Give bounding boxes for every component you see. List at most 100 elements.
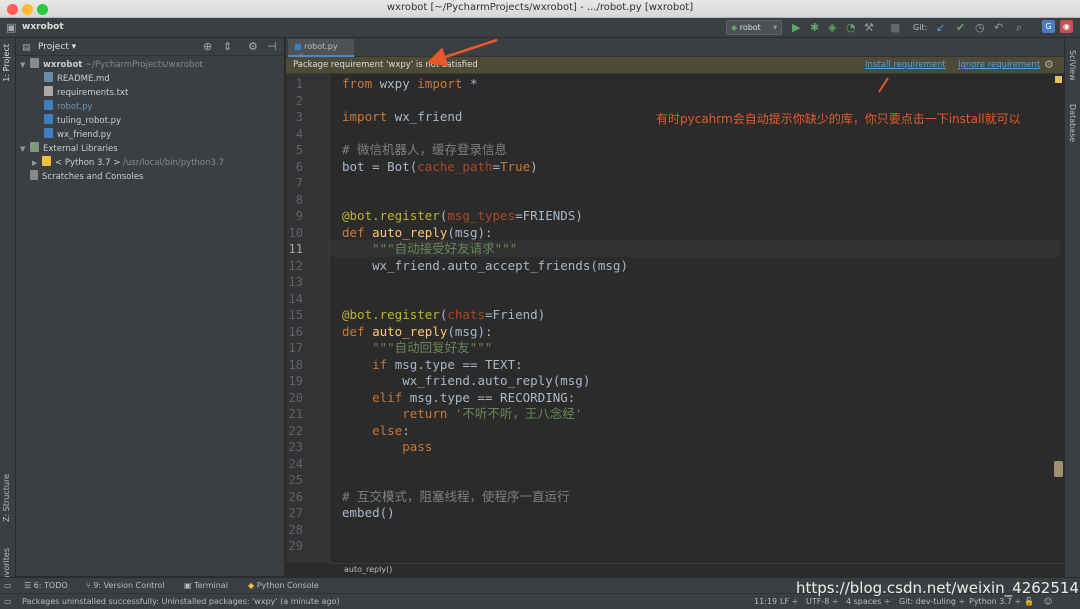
git-branch[interactable]: Git: dev-tuling ÷ — [899, 597, 965, 606]
editor-tab-robot[interactable]: ■ robot.py × — [288, 39, 354, 60]
git-revert-icon[interactable]: ↶ — [994, 21, 1003, 34]
debug-icon[interactable]: ✱ — [810, 21, 819, 34]
scroll-thumb[interactable] — [1054, 461, 1063, 477]
status-icon[interactable]: ▭ — [4, 597, 12, 606]
project-view-select[interactable]: Project ▾ — [38, 42, 76, 52]
tab-database[interactable]: Database — [1068, 104, 1077, 142]
line-separator[interactable]: LF ÷ — [780, 597, 798, 606]
translate-icon[interactable]: G — [1042, 20, 1055, 33]
run-icon[interactable]: ▶ — [792, 21, 800, 34]
code-line: @bot.register(chats=Friend) — [342, 307, 546, 322]
line-number[interactable]: 15 — [289, 307, 303, 324]
tree-item-requirements[interactable]: requirements.txt — [44, 86, 128, 100]
line-number-gutter[interactable]: 1 2 3 4 5 6 7 8 9 10 11 12 13 14 15 16 17 18 19 20 21 22 23 24 2… — [286, 74, 330, 563]
line-number[interactable]: 5 — [296, 142, 303, 159]
project-panel-header: ▤ Project ▾ ⊕ ⇕ ⚙ ⊣ — [16, 38, 284, 56]
line-number[interactable]: 21 — [289, 406, 303, 423]
line-number[interactable]: 9 — [296, 208, 303, 225]
line-number[interactable]: 8 — [296, 192, 303, 209]
git-history-icon[interactable]: ◷ — [975, 21, 985, 34]
warning-stripe-marker[interactable] — [1055, 76, 1062, 83]
indent-setting[interactable]: 4 spaces ÷ — [846, 597, 891, 606]
line-number[interactable]: 17 — [289, 340, 303, 357]
tool-version-control[interactable]: ⑂ 9: Version Control — [86, 581, 165, 590]
markdown-file-icon — [44, 72, 53, 82]
collapse-all-icon[interactable]: ⇕ — [223, 40, 232, 53]
profile-icon[interactable]: ◔ — [846, 21, 856, 34]
tab-structure[interactable]: Z: Structure — [2, 474, 11, 522]
git-commit-icon[interactable]: ✔ — [956, 21, 965, 34]
line-number[interactable]: 22 — [289, 423, 303, 440]
line-number[interactable]: 23 — [289, 439, 303, 456]
line-number[interactable]: 24 — [289, 456, 303, 473]
nav-project-name[interactable]: wxrobot — [22, 22, 64, 32]
line-number[interactable]: 3 — [296, 109, 303, 126]
line-number[interactable]: 28 — [289, 522, 303, 539]
tree-item-scratches[interactable]: Scratches and Consoles — [30, 170, 143, 184]
search-everywhere-icon[interactable]: ⌕ — [1016, 21, 1022, 34]
caret-position[interactable]: 11:19 — [754, 597, 777, 606]
layout-icon[interactable]: ▭ — [4, 581, 12, 590]
hide-panel-icon[interactable]: ⊣ — [267, 40, 277, 53]
banner-message: Package requirement 'wxpy' is not satisf… — [293, 60, 478, 70]
line-number[interactable]: 1 — [296, 76, 303, 93]
tab-sciview[interactable]: SciView — [1068, 50, 1077, 81]
tool-python-console[interactable]: ◆ Python Console — [248, 581, 319, 590]
install-requirement-link[interactable]: Install requirement — [865, 60, 946, 70]
file-name: tuling_robot.py — [57, 116, 122, 126]
editor-scrollbar[interactable] — [1054, 74, 1063, 563]
coverage-icon[interactable]: ◈ — [828, 21, 836, 34]
code-line: # 互交模式，阻塞线程，使程序一直运行 — [342, 488, 570, 504]
python-file-icon — [44, 100, 53, 110]
line-number[interactable]: 12 — [289, 258, 303, 275]
inspector-icon[interactable]: ☺ — [1044, 597, 1052, 606]
watermark: https://blog.csdn.net/weixin_42625143 — [796, 579, 1080, 597]
tool-todo[interactable]: ☰ 6: TODO — [24, 581, 68, 590]
code-line: embed() — [342, 505, 395, 520]
line-number[interactable]: 26 — [289, 489, 303, 506]
status-message[interactable]: Packages uninstalled successfully: Unins… — [22, 597, 339, 606]
line-number[interactable]: 11 — [289, 241, 303, 258]
git-update-icon[interactable]: ↙ — [936, 21, 945, 34]
line-number[interactable]: 13 — [289, 274, 303, 291]
line-number[interactable]: 19 — [289, 373, 303, 390]
tool-terminal[interactable]: ▣ Terminal — [184, 581, 228, 590]
breadcrumb[interactable]: auto_reply() — [344, 565, 392, 574]
line-number[interactable]: 10 — [289, 225, 303, 242]
python-interpreter[interactable]: Python 3.7 ÷ — [969, 597, 1021, 606]
stop-icon[interactable]: ■ — [890, 21, 900, 34]
line-number[interactable]: 16 — [289, 324, 303, 341]
line-number[interactable]: 4 — [296, 126, 303, 143]
file-encoding[interactable]: UTF-8 ÷ — [806, 597, 839, 606]
line-number[interactable]: 29 — [289, 538, 303, 555]
tree-item-tuling-robot[interactable]: tuling_robot.py — [44, 114, 121, 128]
run-configuration-select[interactable]: ◆ robot ▾ — [726, 20, 782, 35]
tree-item-external-libraries[interactable]: ▼ External Libraries — [20, 142, 118, 156]
tree-item-readme[interactable]: README.md — [44, 72, 110, 86]
tree-item-robot[interactable]: robot.py — [44, 100, 93, 114]
tab-project[interactable]: 1: Project — [2, 44, 11, 82]
line-number[interactable]: 14 — [289, 291, 303, 308]
locate-icon[interactable]: ⊕ — [203, 40, 212, 53]
tool-todo-label: 6: TODO — [33, 581, 68, 590]
root-folder-name: wxrobot — [43, 60, 83, 70]
code-line: def auto_reply(msg): — [342, 323, 493, 339]
lock-icon[interactable]: 🔓 — [1024, 597, 1034, 606]
tree-item-root[interactable]: ▼ wxrobot ~/PycharmProjects/wxrobot — [20, 58, 203, 72]
line-number[interactable]: 27 — [289, 505, 303, 522]
ignore-requirement-link[interactable]: Ignore requirement — [958, 60, 1040, 70]
plugin-icon[interactable]: ◉ — [1060, 20, 1073, 33]
line-number[interactable]: 25 — [289, 472, 303, 489]
line-number[interactable]: 6 — [296, 159, 303, 176]
tree-item-wx-friend[interactable]: wx_friend.py — [44, 128, 111, 142]
build-icon[interactable]: ⚒ — [864, 21, 874, 34]
line-number[interactable]: 20 — [289, 390, 303, 407]
gear-icon[interactable]: ⚙ — [248, 40, 258, 53]
code-editor[interactable]: from wxpy import * import wx_friend # 微信… — [330, 74, 1060, 563]
line-number[interactable]: 2 — [296, 93, 303, 110]
line-number[interactable]: 7 — [296, 175, 303, 192]
gear-icon[interactable]: ⚙ — [1044, 58, 1054, 71]
tree-item-python-sdk[interactable]: ▶ < Python 3.7 > /usr/local/bin/python3.7 — [32, 156, 224, 170]
line-number[interactable]: 18 — [289, 357, 303, 374]
code-line: from wxpy import * — [342, 76, 478, 91]
